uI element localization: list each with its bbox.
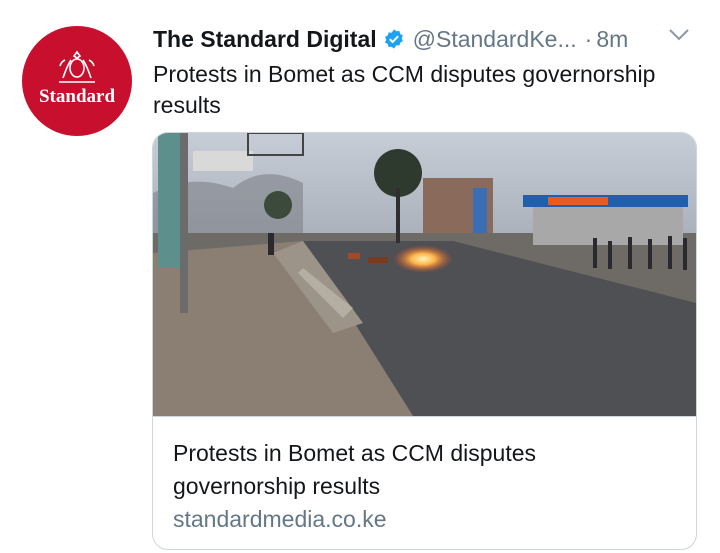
tweet-text: Protests in Bomet as CCM disputes govern… [153,59,708,121]
link-card[interactable]: Protests in Bomet as CCM disputes govern… [152,132,697,550]
tweet-text-line: results [153,92,221,118]
verified-badge-icon [384,29,403,49]
avatar-logo-text: Standard [38,86,116,107]
card-title-line: governorship results [173,473,381,499]
card-title-line: Protests in Bomet as CCM disputes [173,440,537,466]
crest-icon [59,50,95,83]
card-domain[interactable]: standardmedia.co.ke [173,506,387,533]
tweet-text-line: Protests in Bomet as CCM disputes govern… [153,61,656,87]
handle[interactable]: @StandardKe... [413,26,577,53]
separator-dot: · [584,25,593,52]
display-name[interactable]: The Standard Digital [153,26,377,53]
chevron-down-icon[interactable] [668,28,690,42]
tweet-header: The Standard Digital @StandardKe... · 8m [153,24,713,54]
timestamp[interactable]: 8m [596,26,628,53]
card-image[interactable] [153,133,696,416]
avatar[interactable]: Standard [22,26,132,136]
card-divider [153,416,696,417]
card-title[interactable]: Protests in Bomet as CCM disputes govern… [173,437,673,503]
